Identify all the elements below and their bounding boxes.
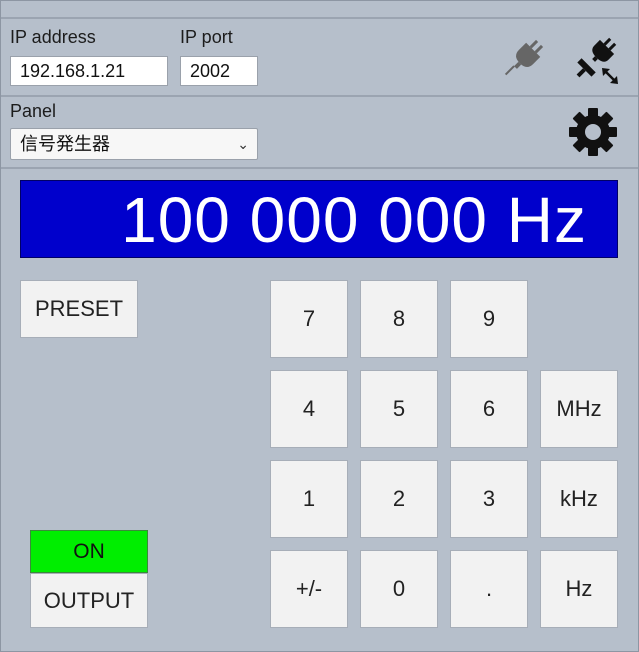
key-6[interactable]: 6 — [450, 370, 528, 448]
key-1[interactable]: 1 — [270, 460, 348, 538]
key-0[interactable]: 0 — [360, 550, 438, 628]
key-khz[interactable]: kHz — [540, 460, 618, 538]
key-hz[interactable]: Hz — [540, 550, 618, 628]
chevron-down-icon: ⌄ — [237, 136, 249, 152]
plug-connect-icon[interactable] — [568, 32, 622, 86]
ip-address-label: IP address — [10, 27, 96, 47]
key-9[interactable]: 9 — [450, 280, 528, 358]
key-5[interactable]: 5 — [360, 370, 438, 448]
section-divider — [1, 95, 638, 97]
on-indicator: ON — [30, 530, 148, 573]
preset-button[interactable]: PRESET — [20, 280, 138, 338]
key-4[interactable]: 4 — [270, 370, 348, 448]
key-3[interactable]: 3 — [450, 460, 528, 538]
ip-port-label: IP port — [180, 27, 233, 47]
plug-disconnected-icon[interactable] — [498, 33, 550, 85]
key-7[interactable]: 7 — [270, 280, 348, 358]
top-divider — [1, 17, 638, 19]
panel-select-value: 信号発生器 — [20, 134, 110, 154]
ip-address-input[interactable]: 192.168.1.21 — [10, 56, 168, 86]
output-button[interactable]: OUTPUT — [30, 573, 148, 628]
key-8[interactable]: 8 — [360, 280, 438, 358]
app-window: IP address 192.168.1.21 IP port 2002 Pan… — [0, 0, 639, 652]
key-mhz[interactable]: MHz — [540, 370, 618, 448]
key-dot[interactable]: . — [450, 550, 528, 628]
key-2[interactable]: 2 — [360, 460, 438, 538]
ip-port-input[interactable]: 2002 — [180, 56, 258, 86]
panel-select[interactable]: 信号発生器 ⌄ — [10, 128, 258, 160]
gear-icon[interactable] — [567, 106, 619, 158]
key-sign[interactable]: +/- — [270, 550, 348, 628]
panel-label: Panel — [10, 101, 57, 121]
frequency-display: 100 000 000 Hz — [20, 180, 618, 258]
section-divider-2 — [1, 167, 638, 169]
